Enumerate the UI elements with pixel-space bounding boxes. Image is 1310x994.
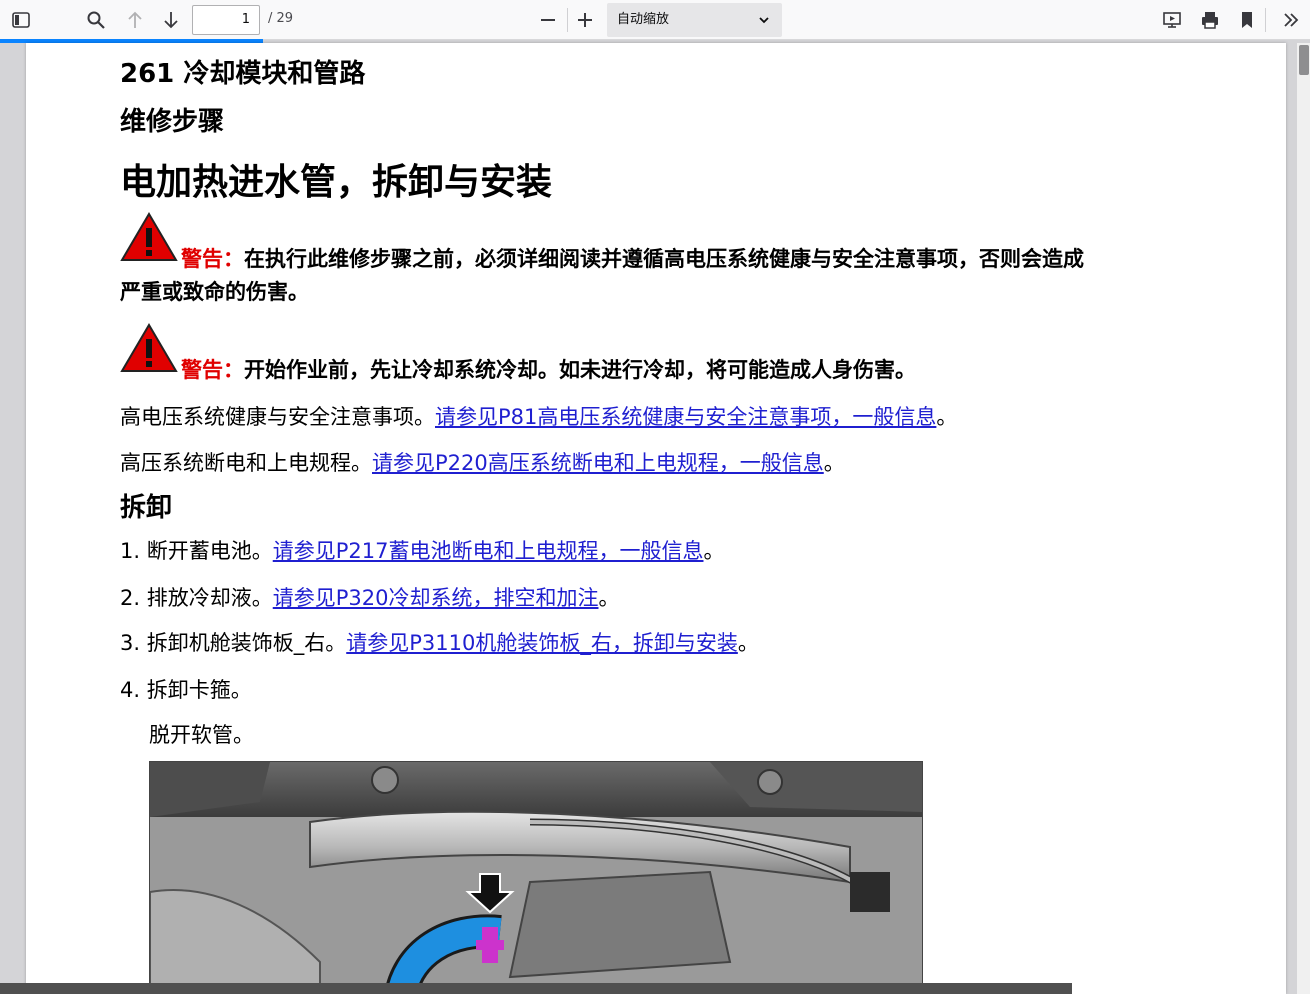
warning-line: 严重或致命的伤害。: [120, 280, 309, 304]
presentation-mode-icon[interactable]: [1157, 5, 1187, 35]
step-item: 3. 拆卸机舱装饰板_右。请参见P3110机舱装饰板_右，拆卸与安装。: [120, 628, 759, 658]
procedure-illustration: [149, 761, 923, 994]
section-heading: 261 冷却模块和管路: [120, 59, 366, 89]
step-link[interactable]: 请参见P217蓄电池断电和上电规程，一般信息: [273, 539, 704, 563]
chevron-down-icon: [758, 3, 770, 39]
step-number: 1.: [120, 539, 141, 563]
reference-suffix: 。: [823, 451, 845, 475]
step-item: 2. 排放冷却液。请参见P320冷却系统，排空和加注。: [120, 583, 619, 613]
step-item: 1. 断开蓄电池。请参见P217蓄电池断电和上电规程，一般信息。: [120, 536, 724, 566]
warning-line: 开始作业前，先让冷却系统冷却。如未进行冷却，将可能造成人身伤害。: [244, 358, 916, 382]
next-page-icon[interactable]: [156, 5, 186, 35]
step-link[interactable]: 请参见P320冷却系统，排空和加注: [273, 586, 599, 610]
warning-label: 警告：: [181, 247, 244, 271]
warning-text: 警告：开始作业前，先让冷却系统冷却。如未进行冷却，将可能造成人身伤害。: [181, 354, 916, 387]
reference-text: 高电压系统健康与安全注意事项。: [120, 405, 435, 429]
reference-line: 高压系统断电和上电规程。请参见P220高压系统断电和上电规程，一般信息。: [120, 448, 845, 478]
page-title: 电加热进水管，拆卸与安装: [120, 162, 553, 203]
step-text: 拆卸机舱装饰板_右。: [146, 631, 347, 655]
step-number: 4.: [120, 678, 141, 702]
double-chevron-right-icon[interactable]: [1276, 5, 1306, 35]
removal-heading: 拆卸: [120, 493, 173, 523]
page-number-input[interactable]: 1: [192, 5, 260, 35]
previous-page-icon[interactable]: [120, 5, 150, 35]
document-viewer[interactable]: 261 冷却模块和管路 维修步骤 电加热进水管，拆卸与安装 警告：在执行此维修步…: [0, 43, 1310, 994]
warning-label: 警告：: [181, 358, 244, 382]
vertical-scrollbar-thumb[interactable]: [1299, 45, 1309, 75]
reference-link[interactable]: 请参见P81高电压系统健康与安全注意事项，一般信息: [435, 405, 936, 429]
page-count-label: / 29: [268, 11, 294, 26]
reference-suffix: 。: [936, 405, 958, 429]
step-sub-text: 脱开软管。: [149, 723, 254, 747]
reference-text: 高压系统断电和上电规程。: [120, 451, 372, 475]
step-link[interactable]: 请参见P3110机舱装饰板_右，拆卸与安装: [346, 631, 738, 655]
step-item: 4. 拆卸卡箍。: [120, 675, 252, 705]
sidebar-toggle-icon[interactable]: [6, 5, 36, 35]
warning-icon: [120, 212, 178, 261]
step-number: 3.: [120, 631, 141, 655]
vertical-scrollbar-track[interactable]: [1297, 43, 1310, 994]
warning-icon: [120, 323, 178, 372]
pdf-toolbar: 1 / 29 自动缩放: [0, 0, 1310, 40]
toolbar-separator: [567, 8, 568, 32]
bookmark-icon[interactable]: [1232, 5, 1262, 35]
zoom-select-value: 自动缩放: [617, 12, 670, 27]
step-suffix: 。: [737, 631, 759, 655]
print-icon[interactable]: [1195, 5, 1225, 35]
zoom-select[interactable]: 自动缩放: [607, 3, 782, 37]
horizontal-scrollbar[interactable]: [0, 983, 1072, 994]
reference-link[interactable]: 请参见P220高压系统断电和上电规程，一般信息: [372, 451, 824, 475]
step-number: 2.: [120, 586, 141, 610]
sub-heading: 维修步骤: [120, 107, 225, 137]
step-text: 断开蓄电池。: [146, 539, 273, 563]
zoom-out-icon[interactable]: [533, 5, 563, 35]
toolbar-separator: [1265, 8, 1266, 32]
step-text: 排放冷却液。: [146, 586, 273, 610]
search-icon[interactable]: [81, 5, 111, 35]
reference-line: 高电压系统健康与安全注意事项。请参见P81高电压系统健康与安全注意事项，一般信息…: [120, 402, 957, 432]
warning-text: 警告：在执行此维修步骤之前，必须详细阅读并遵循高电压系统健康与安全注意事项，否则…: [181, 243, 1084, 276]
step-suffix: 。: [703, 539, 725, 563]
warning-line: 在执行此维修步骤之前，必须详细阅读并遵循高电压系统健康与安全注意事项，否则会造成: [244, 247, 1084, 271]
zoom-in-icon[interactable]: [570, 5, 600, 35]
pdf-page: 261 冷却模块和管路 维修步骤 电加热进水管，拆卸与安装 警告：在执行此维修步…: [26, 43, 1286, 994]
step-text: 拆卸卡箍。: [146, 678, 252, 702]
step-suffix: 。: [598, 586, 620, 610]
engine-bay-illustration: [150, 762, 922, 994]
